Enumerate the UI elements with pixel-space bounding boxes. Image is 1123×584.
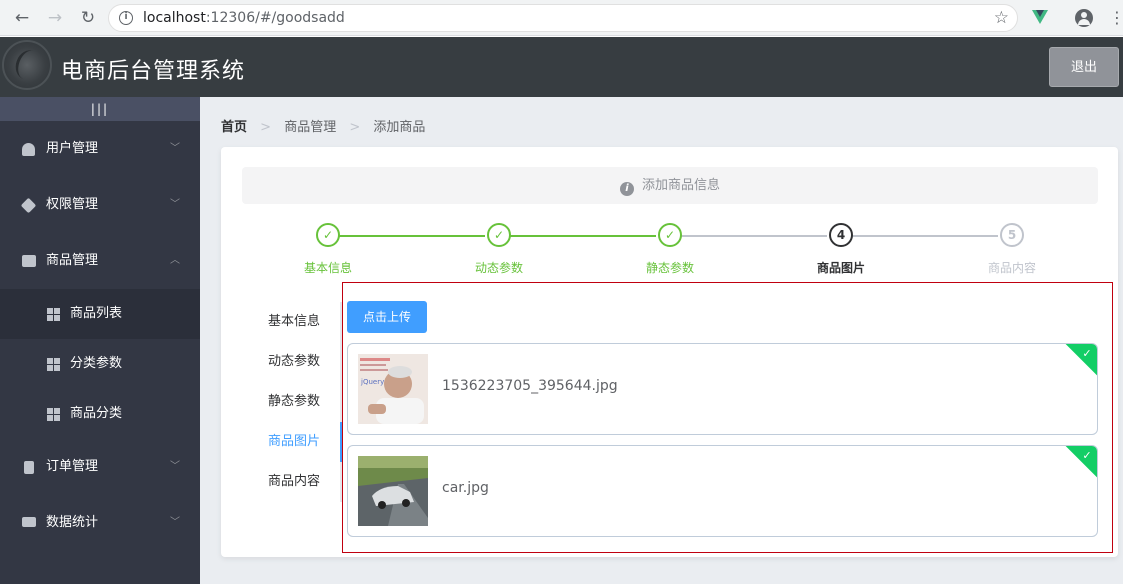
tab-static-params[interactable]: 静态参数 xyxy=(242,382,340,422)
step-2-check-icon: ✓ xyxy=(487,223,511,247)
user-icon xyxy=(22,143,35,156)
check-icon: ✓ xyxy=(1082,347,1092,360)
step-4-marker: 4 xyxy=(829,223,853,247)
uploaded-file-item[interactable]: jQuery 1536223705_395644.jpg ✓ xyxy=(347,343,1098,435)
sidebar-subitem-label: 分类参数 xyxy=(70,356,123,371)
grid-icon xyxy=(47,308,60,321)
upload-panel: 点击上传 jQuery 1536223705_395644.jpg ✓ car.… xyxy=(342,282,1113,553)
box-icon xyxy=(20,197,37,214)
step-connector xyxy=(852,235,998,237)
step-1-label: 基本信息 xyxy=(303,261,352,275)
sidebar-item-label: 用户管理 xyxy=(46,141,99,156)
info-alert: i 添加商品信息 xyxy=(242,167,1098,204)
step-2-label: 动态参数 xyxy=(474,261,523,275)
url-text[interactable]: localhost:12306/#/goodsadd xyxy=(143,10,345,26)
sidebar-item-label: 权限管理 xyxy=(46,197,99,212)
breadcrumb-goods: 商品管理 xyxy=(284,120,337,135)
sidebar-subitem-goods-categories[interactable]: 商品分类 xyxy=(0,389,200,439)
step-connector xyxy=(339,235,485,237)
check-icon: ✓ xyxy=(1082,449,1092,462)
forward-arrow-icon[interactable]: → xyxy=(45,8,65,28)
step-connector xyxy=(510,235,656,237)
app-header: 电商后台管理系统 退出 xyxy=(0,37,1123,97)
address-bar[interactable]: i localhost:12306/#/goodsadd ☆ xyxy=(108,4,1018,32)
bag-icon xyxy=(22,255,36,267)
upload-button[interactable]: 点击上传 xyxy=(347,301,427,333)
sidebar-subitem-label: 商品列表 xyxy=(70,306,123,321)
browser-menu-icon[interactable]: ⋮ xyxy=(1109,8,1123,28)
file-thumbnail: jQuery xyxy=(358,354,428,424)
sidebar-subitem-goods-list[interactable]: 商品列表 xyxy=(0,289,200,339)
breadcrumb-separator-icon: > xyxy=(349,120,361,135)
sidebar: ||| 用户管理 ﹀ 权限管理 ﹀ 商品管理 ︿ 商品列表 分类参数 商品分类 … xyxy=(0,97,200,584)
sidebar-item-statistics[interactable]: 数据统计 ﹀ xyxy=(0,495,200,551)
breadcrumb-add-goods: 添加商品 xyxy=(373,120,426,135)
sidebar-item-label: 订单管理 xyxy=(46,459,99,474)
logout-button[interactable]: 退出 xyxy=(1049,47,1119,87)
step-4-label: 商品图片 xyxy=(816,261,865,275)
file-thumbnail xyxy=(358,456,428,526)
sidebar-item-label: 数据统计 xyxy=(46,515,99,530)
browser-toolbar: ← → ↻ i localhost:12306/#/goodsadd ☆ ⋮ xyxy=(0,0,1123,36)
back-arrow-icon[interactable]: ← xyxy=(12,8,32,28)
chevron-down-icon: ﹀ xyxy=(170,199,180,210)
sidebar-subitem-label: 商品分类 xyxy=(70,406,123,421)
steps-bar: ✓ ✓ ✓ 4 5 基本信息 动态参数 静态参数 商品图片 商品内容 xyxy=(242,223,1098,283)
tab-goods-content[interactable]: 商品内容 xyxy=(242,462,340,502)
site-info-icon[interactable]: i xyxy=(119,11,133,25)
breadcrumb-separator-icon: > xyxy=(260,120,272,135)
step-connector xyxy=(681,235,827,237)
breadcrumb-home[interactable]: 首页 xyxy=(221,120,247,135)
app-title: 电商后台管理系统 xyxy=(61,59,246,84)
vue-devtools-icon[interactable] xyxy=(1032,10,1048,24)
logo xyxy=(2,40,52,90)
account-icon[interactable] xyxy=(1075,9,1093,27)
main-content: 首页 > 商品管理 > 添加商品 i 添加商品信息 ✓ ✓ ✓ 4 5 基本信息 … xyxy=(200,97,1123,584)
sidebar-item-users[interactable]: 用户管理 ﹀ xyxy=(0,121,200,177)
sidebar-item-permissions[interactable]: 权限管理 ﹀ xyxy=(0,177,200,233)
grid-icon xyxy=(47,358,60,371)
chevron-down-icon: ﹀ xyxy=(170,461,180,472)
step-5-marker: 5 xyxy=(1000,223,1024,247)
chevron-up-icon: ︿ xyxy=(170,255,180,266)
step-3-label: 静态参数 xyxy=(645,261,694,275)
breadcrumb: 首页 > 商品管理 > 添加商品 xyxy=(221,116,425,135)
reload-icon[interactable]: ↻ xyxy=(78,8,98,28)
grid-icon xyxy=(47,408,60,421)
tab-goods-images[interactable]: 商品图片 xyxy=(242,422,342,462)
chevron-down-icon: ﹀ xyxy=(170,517,180,528)
sidebar-toggle[interactable]: ||| xyxy=(0,97,200,121)
step-5-label: 商品内容 xyxy=(987,261,1036,275)
sidebar-subitem-category-params[interactable]: 分类参数 xyxy=(0,339,200,389)
bookmark-star-icon[interactable]: ☆ xyxy=(994,8,1009,28)
vertical-tabs: 基本信息 动态参数 静态参数 商品图片 商品内容 xyxy=(242,302,342,502)
tab-basic-info[interactable]: 基本信息 xyxy=(242,302,340,342)
uploaded-file-item[interactable]: car.jpg ✓ xyxy=(347,445,1098,537)
sidebar-item-orders[interactable]: 订单管理 ﹀ xyxy=(0,439,200,495)
file-name: car.jpg xyxy=(442,480,489,496)
chart-icon xyxy=(22,517,36,527)
tab-dynamic-params[interactable]: 动态参数 xyxy=(242,342,340,382)
step-1-check-icon: ✓ xyxy=(316,223,340,247)
sidebar-item-label: 商品管理 xyxy=(46,253,99,268)
alert-text: 添加商品信息 xyxy=(641,178,720,193)
chevron-down-icon: ﹀ xyxy=(170,143,180,154)
document-icon xyxy=(24,461,34,474)
info-icon: i xyxy=(619,182,634,196)
file-name: 1536223705_395644.jpg xyxy=(442,378,618,394)
svg-text:jQuery: jQuery xyxy=(360,378,384,386)
sidebar-item-goods[interactable]: 商品管理 ︿ xyxy=(0,233,200,289)
step-3-check-icon: ✓ xyxy=(658,223,682,247)
